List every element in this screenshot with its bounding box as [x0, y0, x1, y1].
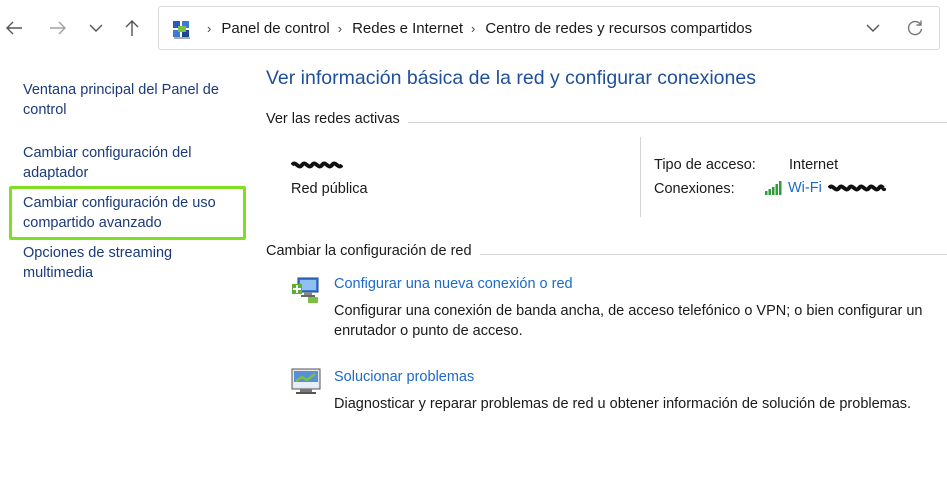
- active-networks-heading: Ver las redes activas: [266, 111, 408, 127]
- setup-new-connection-description: Configurar una conexión de banda ancha, …: [334, 303, 923, 339]
- navigation-bar: › Panel de control › Redes e Internet › …: [0, 0, 947, 58]
- change-settings-heading: Cambiar la configuración de red: [266, 243, 480, 259]
- address-bar[interactable]: › Panel de control › Redes e Internet › …: [158, 6, 940, 50]
- page-title: Ver información básica de la red y confi…: [266, 67, 756, 89]
- divider: [640, 137, 641, 217]
- sidebar-item-change-adapter-settings[interactable]: Cambiar configuración del adaptador: [23, 143, 238, 183]
- control-panel-icon: [171, 18, 193, 40]
- network-type: Red pública: [291, 181, 368, 197]
- breadcrumb-separator: ›: [471, 20, 476, 36]
- address-history-button[interactable]: [861, 16, 885, 40]
- connections-label: Conexiones:: [654, 181, 735, 197]
- wifi-connection[interactable]: Wi-Fi: [765, 180, 886, 196]
- breadcrumb-separator: ›: [337, 20, 343, 36]
- breadcrumb-item-control-panel[interactable]: Panel de control: [221, 20, 329, 37]
- wifi-signal-icon: [765, 181, 782, 195]
- breadcrumb: › Panel de control › Redes e Internet › …: [199, 7, 752, 49]
- chevron-down-icon: [866, 24, 880, 32]
- breadcrumb-item-network-internet[interactable]: Redes e Internet: [352, 20, 463, 37]
- back-button[interactable]: [0, 14, 28, 42]
- recent-locations-button[interactable]: [82, 14, 110, 42]
- troubleshoot-icon: [290, 366, 322, 396]
- up-button[interactable]: [118, 14, 146, 42]
- arrow-up-icon: [125, 20, 139, 36]
- network-name-redacted: [290, 158, 344, 170]
- access-type-label: Tipo de acceso:: [654, 157, 756, 173]
- setup-new-connection-link[interactable]: Configurar una nueva conexión o red: [334, 276, 573, 292]
- ssid-redacted: [827, 184, 886, 192]
- arrow-right-icon: [50, 21, 66, 35]
- chevron-down-icon: [89, 24, 103, 32]
- troubleshoot-problems-link[interactable]: Solucionar problemas: [334, 369, 474, 385]
- new-connection-icon: [290, 274, 322, 304]
- forward-button[interactable]: [44, 14, 72, 42]
- refresh-button[interactable]: [903, 16, 927, 40]
- troubleshoot-problems-description: Diagnosticar y reparar problemas de red …: [334, 396, 912, 412]
- breadcrumb-separator: ›: [207, 20, 212, 36]
- sidebar-item-media-streaming-options[interactable]: Opciones de streaming multimedia: [23, 243, 238, 283]
- access-type-value: Internet: [789, 157, 839, 173]
- breadcrumb-item-network-sharing-center[interactable]: Centro de redes y recursos compartidos: [485, 20, 752, 37]
- sidebar: Ventana principal del Panel de control C…: [0, 58, 250, 489]
- arrow-left-icon: [6, 21, 22, 35]
- sidebar-item-control-panel-home[interactable]: Ventana principal del Panel de control: [23, 80, 238, 120]
- highlight-box: [9, 186, 246, 240]
- refresh-icon: [907, 20, 923, 36]
- wifi-connection-link[interactable]: Wi-Fi: [788, 180, 822, 196]
